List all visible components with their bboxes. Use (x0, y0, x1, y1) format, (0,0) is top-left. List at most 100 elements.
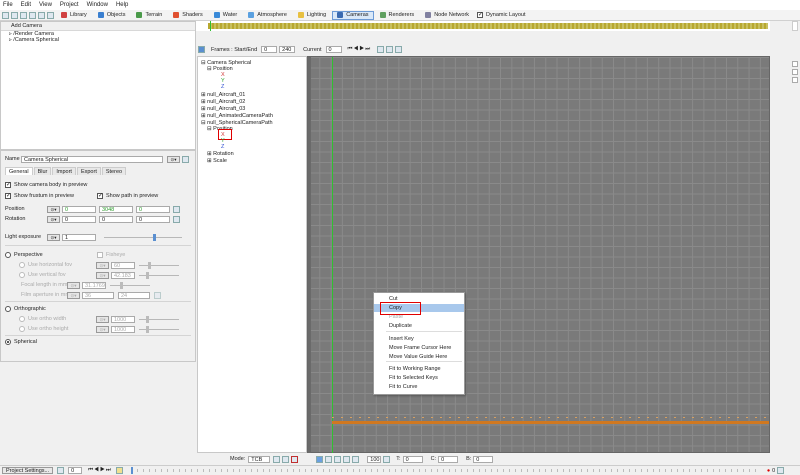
spherical-radio[interactable] (5, 339, 11, 345)
tree-item[interactable]: ⊞ null_Aircraft_03 (201, 106, 245, 112)
ortho-width-radio[interactable] (19, 316, 25, 322)
film-preset-icon[interactable] (154, 291, 161, 299)
rotation-z-field[interactable]: 0 (136, 215, 170, 223)
delete-key-icon[interactable] (386, 46, 394, 53)
undo-icon[interactable] (29, 11, 36, 19)
bias-field[interactable]: 0 (473, 455, 494, 463)
save-icon[interactable] (20, 11, 27, 19)
film-mode-button[interactable]: ⊙▾ (67, 291, 80, 299)
timeline-cursor[interactable] (210, 21, 211, 31)
fisheye-row[interactable]: Fisheye (97, 251, 125, 259)
show-body-row[interactable]: Show camera body in preview (5, 181, 87, 189)
menu-item-insert-key[interactable]: Insert Key (374, 335, 464, 343)
project-settings-button[interactable]: Project Settings... (2, 467, 54, 474)
side-tool-2-icon[interactable] (792, 69, 798, 75)
camera-options-icon[interactable] (182, 155, 189, 163)
ortho-width-mode-button[interactable]: ⊙▾ (96, 315, 109, 323)
interp-linear-icon[interactable] (273, 455, 281, 463)
record-icon[interactable]: ● (767, 468, 770, 474)
tree-item[interactable]: ⊞ null_Aircraft_01 (201, 92, 245, 98)
new-file-icon[interactable] (2, 11, 9, 19)
film-height-field[interactable]: 24 (118, 291, 150, 299)
rotation-mode-button[interactable]: ⊙▾ (47, 215, 60, 223)
tab-shaders[interactable]: Shaders (168, 11, 208, 20)
light-exposure-slider[interactable] (104, 233, 182, 241)
end-frame-field[interactable]: 240 (279, 46, 296, 53)
menu-item-fit-to-working-range[interactable]: Fit to Working Range (374, 365, 464, 373)
add-camera-button[interactable]: Add Camera (1, 22, 195, 31)
perspective-row[interactable]: Perspective (5, 251, 43, 259)
status-playback-controls[interactable]: ⏮◀▶⏭ (88, 467, 112, 474)
tab-renderers[interactable]: Renderers (375, 11, 420, 20)
hfov-slider-knob[interactable] (148, 261, 151, 269)
ortho-height-mode-button[interactable]: ⊙▾ (96, 325, 109, 333)
film-width-field[interactable]: 36 (82, 291, 114, 299)
mode-select[interactable]: TCB (248, 455, 271, 463)
interp-step-icon[interactable] (282, 455, 290, 463)
hfov-field[interactable]: 60 (111, 261, 135, 269)
ortho-width-slider-knob[interactable] (146, 315, 149, 323)
expand-icon[interactable] (792, 21, 798, 31)
show-frustum-row[interactable]: Show frustum in preview (5, 192, 74, 200)
hfov-slider[interactable] (139, 261, 179, 269)
auto-icon[interactable] (352, 455, 360, 463)
ortho-width-field[interactable]: 1000 (111, 315, 135, 323)
menu-help[interactable]: Help (116, 2, 128, 8)
tangent-icon[interactable] (325, 455, 333, 463)
menu-view[interactable]: View (39, 2, 52, 8)
tab-import[interactable]: Import (52, 167, 76, 175)
curve-mode-icon[interactable] (198, 46, 205, 53)
tree-item[interactable]: ⊟ Position (207, 66, 233, 72)
tab-stereo[interactable]: Stereo (101, 167, 127, 175)
tree-item[interactable]: ⊞ null_AnimatedCameraPath (201, 113, 273, 119)
status-timeline[interactable] (130, 467, 761, 474)
vfov-mode-button[interactable]: ⊙▾ (96, 271, 109, 279)
side-tool-1-icon[interactable] (792, 61, 798, 67)
menu-edit[interactable]: Edit (21, 2, 31, 8)
ortho-height-radio[interactable] (19, 326, 25, 332)
menu-item-move-value-guide-here[interactable]: Move Value Guide Here (374, 353, 464, 361)
frame-mode-icon[interactable] (57, 467, 65, 474)
vfov-radio[interactable] (19, 272, 25, 278)
perspective-radio[interactable] (5, 252, 11, 258)
orthographic-radio[interactable] (5, 306, 11, 312)
snap-icon[interactable] (316, 455, 324, 463)
ortho-height-field[interactable]: 1000 (111, 325, 135, 333)
tab-terrain[interactable]: Terrain (131, 11, 167, 20)
show-frustum-checkbox[interactable] (5, 192, 11, 199)
orthographic-row[interactable]: Orthographic (5, 305, 46, 313)
show-body-checkbox[interactable] (5, 181, 11, 188)
light-exposure-mode-button[interactable]: ⊙▾ (47, 233, 60, 241)
hfov-mode-button[interactable]: ⊙▾ (96, 261, 109, 269)
tab-water[interactable]: Water (209, 11, 242, 20)
tree-item[interactable]: ⊞ Scale (207, 158, 227, 164)
side-tool-3-icon[interactable] (792, 77, 798, 83)
fisheye-checkbox[interactable] (97, 252, 103, 258)
vfov-slider-knob[interactable] (146, 271, 149, 279)
tab-lighting[interactable]: Lighting (293, 11, 331, 20)
flatten-icon[interactable] (334, 455, 342, 463)
tree-item[interactable]: Z (221, 84, 224, 90)
tab-objects[interactable]: Objects (93, 11, 131, 20)
interp-break-icon[interactable] (291, 455, 299, 463)
tree-item[interactable]: ⊞ null_Aircraft_02 (201, 99, 245, 105)
menu-item-move-frame-cursor-here[interactable]: Move Frame Cursor Here (374, 344, 464, 352)
tab-cameras[interactable]: Cameras (332, 10, 374, 20)
continuity-field[interactable]: 0 (438, 455, 459, 463)
focal-slider-knob[interactable] (120, 281, 123, 289)
hfov-radio[interactable] (19, 262, 25, 268)
tree-item[interactable]: ⊞ Rotation (207, 151, 234, 157)
position-key-icon[interactable] (173, 205, 180, 213)
name-menu-button[interactable]: ⊙▾ (167, 155, 180, 163)
position-z-field[interactable]: 0 (136, 205, 170, 213)
status-key-icon[interactable] (115, 467, 123, 474)
dynamic-layout-checkbox[interactable] (477, 11, 483, 18)
status-timeline-cursor[interactable] (130, 467, 133, 474)
start-frame-field[interactable]: 0 (261, 46, 278, 53)
curve-x-position[interactable] (332, 421, 769, 424)
frame-cursor-line[interactable] (332, 57, 333, 454)
dynamic-layout-toggle[interactable]: Dynamic Layout (477, 11, 525, 18)
tension-field[interactable]: 0 (402, 455, 423, 463)
key-icon[interactable] (377, 46, 385, 53)
focal-slider[interactable] (110, 281, 150, 289)
